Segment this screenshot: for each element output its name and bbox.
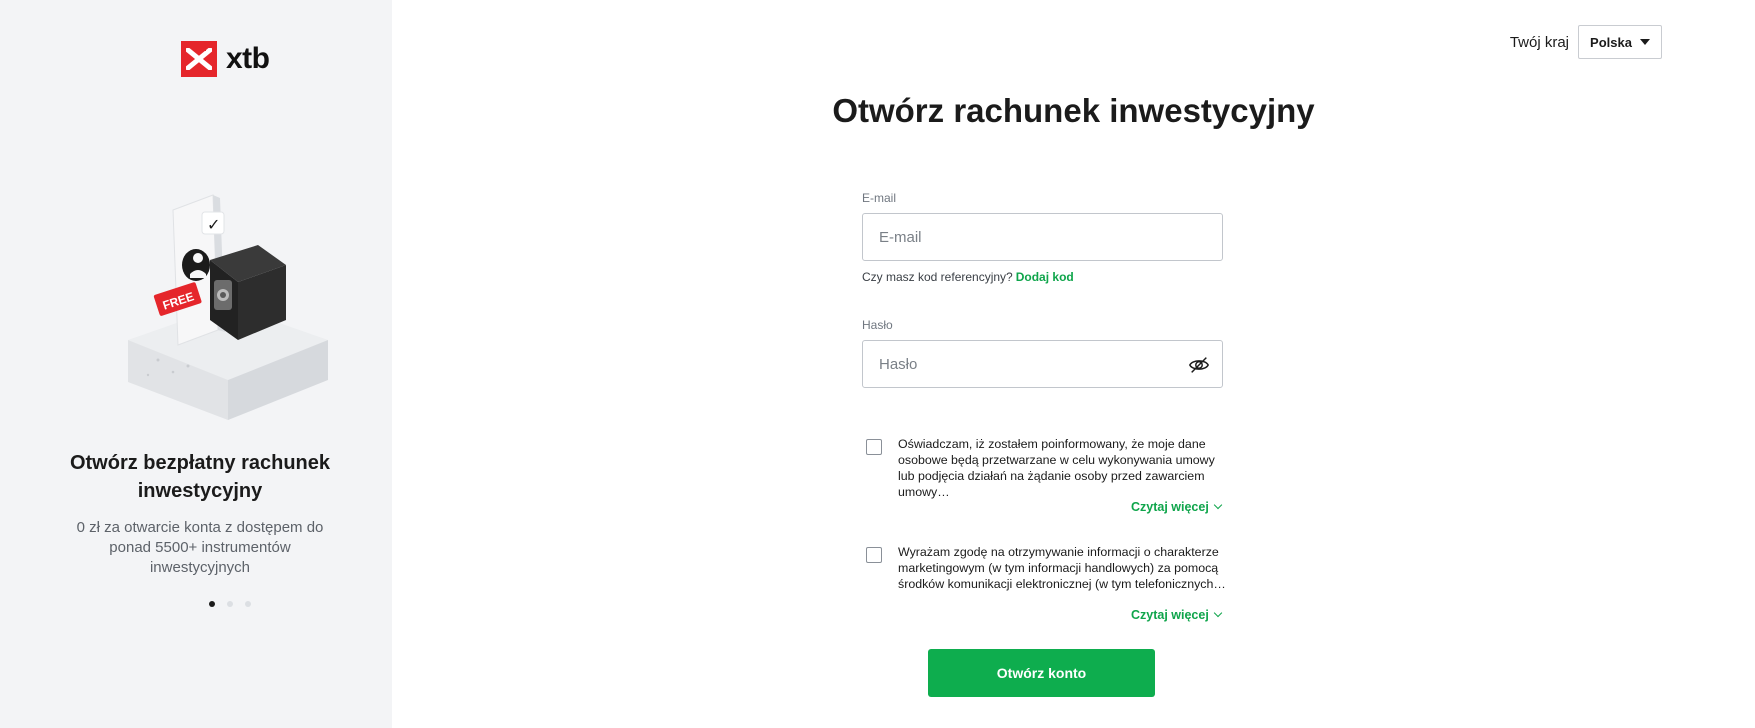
email-input[interactable]: E-mail <box>862 213 1223 261</box>
chevron-down-icon <box>1213 608 1223 618</box>
password-input[interactable]: Hasło <box>862 340 1223 388</box>
consent-data-checkbox[interactable] <box>866 439 882 455</box>
free-account-illustration: ✓ FREE <box>128 194 328 420</box>
xtb-logo[interactable]: xtb <box>181 41 270 77</box>
country-dropdown[interactable]: Polska <box>1578 25 1662 59</box>
read-more-label: Czytaj więcej <box>1131 500 1209 514</box>
country-selector: Twój kraj Polska <box>1510 25 1662 59</box>
consent-data-text: Oświadczam, iż zostałem poinformowany, ż… <box>898 437 1215 499</box>
add-referral-code-link[interactable]: Dodaj kod <box>1016 270 1074 284</box>
page-title: Otwórz rachunek inwestycyjny <box>832 92 1315 129</box>
referral-prompt: Czy masz kod referencyjny? Dodaj kod <box>862 270 1074 284</box>
promo-subtitle: 0 zł za otwarcie konta z dostępem do pon… <box>76 519 324 576</box>
password-label: Hasło <box>862 318 893 332</box>
xtb-logo-mark-icon <box>181 41 217 77</box>
email-placeholder: E-mail <box>879 228 922 246</box>
carousel-dots <box>209 601 251 607</box>
password-placeholder: Hasło <box>879 355 918 373</box>
consent-marketing-text: Wyrażam zgodę na otrzymywanie informacji… <box>898 545 1226 591</box>
carousel-dot[interactable] <box>209 601 215 607</box>
read-more-link[interactable]: Czytaj więcej <box>1131 608 1223 622</box>
open-account-button[interactable]: Otwórz konto <box>928 649 1155 697</box>
svg-text:✓: ✓ <box>207 215 220 234</box>
caret-down-icon <box>1639 39 1650 45</box>
email-label: E-mail <box>862 191 897 205</box>
consent-marketing-checkbox[interactable] <box>866 547 882 563</box>
country-label: Twój kraj <box>1509 33 1569 51</box>
carousel-dot[interactable] <box>227 601 233 607</box>
consent-data-processing: Oświadczam, iż zostałem poinformowany, ż… <box>866 436 1226 500</box>
consent-marketing: Wyrażam zgodę na otrzymywanie informacji… <box>866 544 1226 592</box>
read-more-link[interactable]: Czytaj więcej <box>1131 500 1223 514</box>
carousel-dot[interactable] <box>245 601 251 607</box>
chevron-down-icon <box>1213 500 1223 510</box>
country-value: Polska <box>1590 34 1632 50</box>
promo-title: Otwórz bezpłatny rachunek inwestycyjny <box>69 452 331 502</box>
eye-off-icon[interactable] <box>1188 354 1210 376</box>
promo-panel: xtb ✓ FREE Otwórz bezpłatny rachunek inw… <box>0 0 392 728</box>
referral-question: Czy masz kod referencyjny? <box>862 270 1013 284</box>
logo-text: xtb <box>226 42 270 75</box>
read-more-label: Czytaj więcej <box>1131 608 1209 622</box>
